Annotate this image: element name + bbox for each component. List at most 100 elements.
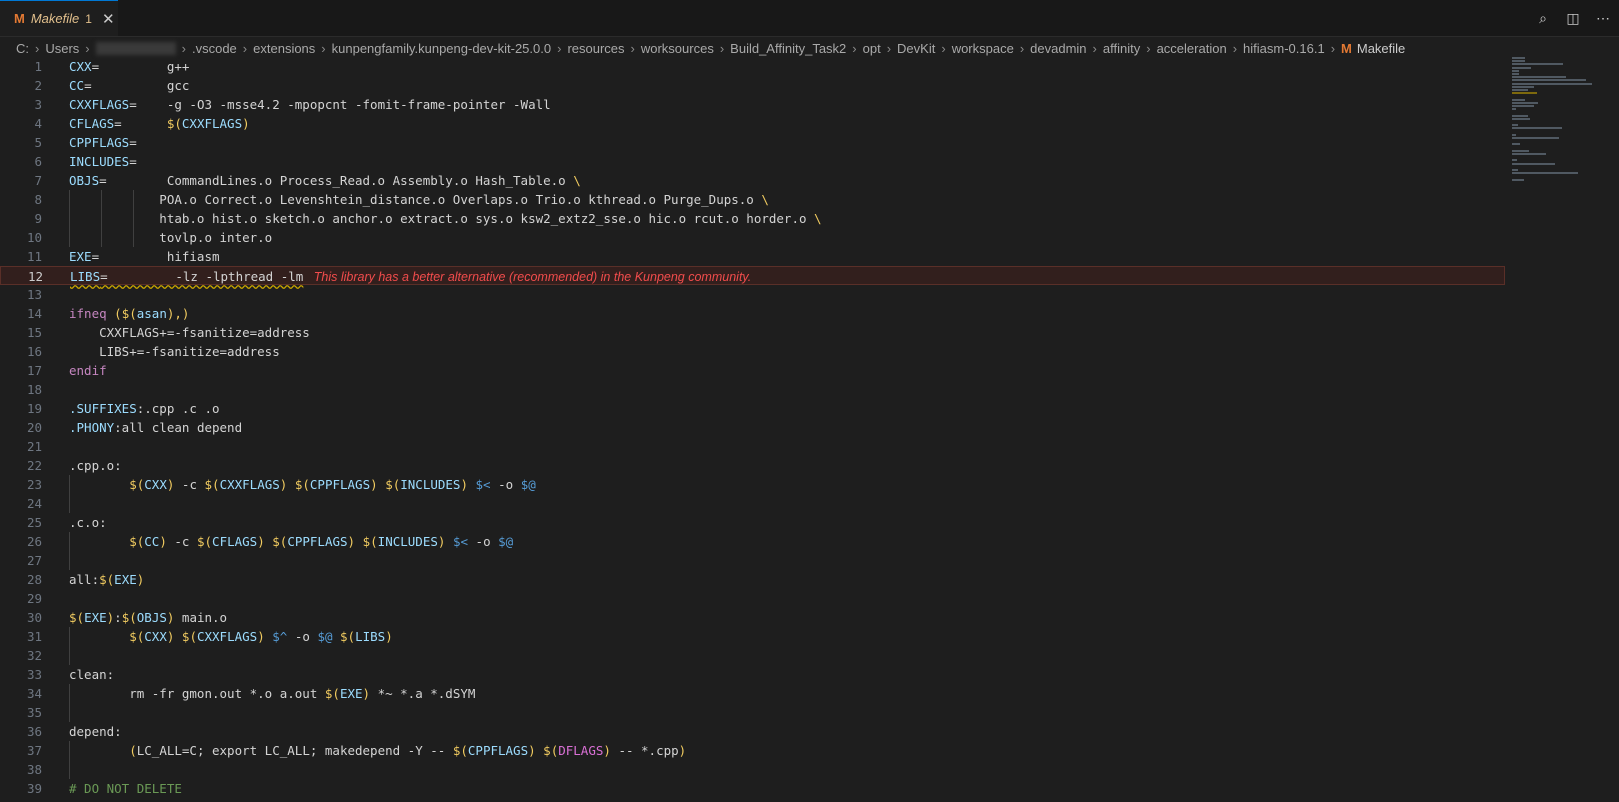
code-token: $@	[498, 534, 514, 549]
code-line[interactable]: 13	[0, 285, 1505, 304]
breadcrumb-item[interactable]: devadmin	[1030, 41, 1086, 56]
code-token: :.cpp .c .o	[136, 401, 220, 416]
breadcrumb-item[interactable]: resources	[567, 41, 624, 56]
code-text: EXE= hifiasm	[69, 247, 220, 266]
code-token: .c.o:	[69, 515, 107, 530]
code-line[interactable]: 12 LIBS= -lz -lpthread -lm This library h…	[0, 266, 1505, 285]
code-text: OBJS= CommandLines.o Process_Read.o Asse…	[69, 171, 581, 190]
code-token: CXXFLAGS	[219, 477, 280, 492]
code-line[interactable]: 29	[0, 589, 1505, 608]
code-line[interactable]: 21	[0, 437, 1505, 456]
code-line[interactable]: 16 LIBS+=-fsanitize=address	[0, 342, 1505, 361]
breadcrumb-item[interactable]: DevKit	[897, 41, 935, 56]
code-line[interactable]: 28 all:$(EXE)	[0, 570, 1505, 589]
breadcrumb-item[interactable]: workspace	[952, 41, 1014, 56]
code-token: ($(	[114, 306, 137, 321]
code-line[interactable]: 26 $(CC) -c $(CFLAGS) $(CPPFLAGS) $(INCL…	[0, 532, 1505, 551]
code-text: $(CC) -c $(CFLAGS) $(CPPFLAGS) $(INCLUDE…	[69, 532, 513, 551]
minimap-line	[1512, 159, 1517, 162]
breadcrumb-item[interactable]: opt	[863, 41, 881, 56]
line-number: 9	[34, 211, 42, 226]
code-line[interactable]: 11 EXE= hifiasm	[0, 247, 1505, 266]
code-editor[interactable]: 1 CXX= g++ 2 CC= gcc 3 CXXFLAGS= -g -O3 -msse…	[0, 57, 1505, 802]
code-token: $(	[99, 572, 115, 587]
breadcrumb-item[interactable]: worksources	[641, 41, 714, 56]
tab-makefile[interactable]: M Makefile 1 ✕	[0, 0, 118, 36]
line-number: 21	[26, 439, 42, 454]
breadcrumb-item[interactable]: Build_Affinity_Task2	[730, 41, 846, 56]
code-line[interactable]: 31 $(CXX) $(CXXFLAGS) $^ -o $@ $(LIBS)	[0, 627, 1505, 646]
code-token: CPPFLAGS	[467, 743, 529, 758]
code-line[interactable]: 33 clean:	[0, 665, 1505, 684]
code-token: LIBS	[70, 269, 101, 284]
code-line[interactable]: 23 $(CXX) -c $(CXXFLAGS) $(CPPFLAGS) $(I…	[0, 475, 1505, 494]
line-number: 34	[26, 686, 42, 701]
breadcrumb-item[interactable]: .vscode	[192, 41, 237, 56]
code-token: )	[136, 572, 145, 587]
code-line[interactable]: 39 # DO NOT DELETE	[0, 779, 1505, 798]
minimap-line	[1512, 117, 1531, 120]
breadcrumb-item[interactable]: affinity	[1103, 41, 1140, 56]
code-token: :	[114, 610, 122, 625]
code-line[interactable]: 37 (LC_ALL=C; export LC_ALL; makedepend …	[0, 741, 1505, 760]
minimap[interactable]	[1512, 57, 1602, 217]
code-line[interactable]: 38	[0, 760, 1505, 779]
code-line[interactable]: 9 htab.o hist.o sketch.o anchor.o extrac…	[0, 209, 1505, 228]
more-actions-icon[interactable]: ⋯	[1595, 10, 1611, 26]
code-line[interactable]: 27	[0, 551, 1505, 570]
code-line[interactable]: 5 CPPFLAGS=	[0, 133, 1505, 152]
code-text: htab.o hist.o sketch.o anchor.o extract.…	[69, 209, 821, 228]
breadcrumb-item[interactable]: acceleration	[1157, 41, 1227, 56]
code-token: CFLAGS	[212, 534, 258, 549]
code-line[interactable]: 14 ifneq ($(asan),)	[0, 304, 1505, 323]
code-line[interactable]: 18	[0, 380, 1505, 399]
code-text: .c.o:	[69, 513, 107, 532]
code-line[interactable]: 19 .SUFFIXES:.cpp .c .o	[0, 399, 1505, 418]
breadcrumb-item[interactable]: kunpengfamily.kunpeng-dev-kit-25.0.0	[332, 41, 551, 56]
code-line[interactable]: 30 $(EXE):$(OBJS) main.o	[0, 608, 1505, 627]
code-line[interactable]: 4 CFLAGS= $(CXXFLAGS)	[0, 114, 1505, 133]
code-line[interactable]: 35	[0, 703, 1505, 722]
code-line[interactable]: 20 .PHONY:all clean depend	[0, 418, 1505, 437]
code-token: POA.o Correct.o Levenshtein_distance.o O…	[69, 192, 762, 207]
code-line[interactable]: 8 POA.o Correct.o Levenshtein_distance.o…	[0, 190, 1505, 209]
code-line[interactable]: 32	[0, 646, 1505, 665]
code-token: )	[370, 477, 378, 492]
code-token: .PHONY	[69, 420, 115, 435]
code-text: POA.o Correct.o Levenshtein_distance.o O…	[69, 190, 769, 209]
breadcrumb-item[interactable]: C:	[16, 41, 29, 56]
code-line[interactable]: 3 CXXFLAGS= -g -O3 -msse4.2 -mpopcnt -fom…	[0, 95, 1505, 114]
line-number: 24	[26, 496, 42, 511]
breadcrumb-separator: ›	[1146, 40, 1151, 56]
code-line[interactable]: 2 CC= gcc	[0, 76, 1505, 95]
breadcrumb-item[interactable]: M Makefile	[1341, 41, 1405, 56]
breadcrumb-separator: ›	[1019, 40, 1025, 56]
line-number: 25	[26, 515, 42, 530]
breadcrumb-item[interactable]: extensions	[253, 41, 315, 56]
code-token: INCLUDES	[400, 477, 461, 492]
code-line[interactable]: 7 OBJS= CommandLines.o Process_Read.o Ass…	[0, 171, 1505, 190]
breadcrumb-separator: ›	[35, 40, 40, 56]
search-icon[interactable]: ⌕	[1535, 10, 1551, 26]
code-line[interactable]: 6 INCLUDES=	[0, 152, 1505, 171]
code-token: CXXFLAGS+=-fsanitize=address	[69, 325, 310, 340]
code-line[interactable]: 1 CXX= g++	[0, 57, 1505, 76]
code-line[interactable]: 15 CXXFLAGS+=-fsanitize=address	[0, 323, 1505, 342]
code-line[interactable]: 25 .c.o:	[0, 513, 1505, 532]
code-token: (	[129, 743, 137, 758]
close-icon[interactable]: ✕	[102, 10, 115, 28]
code-line[interactable]: 36 depend:	[0, 722, 1505, 741]
code-line[interactable]: 17 endif	[0, 361, 1505, 380]
code-line[interactable]: 34 rm -fr gmon.out *.o a.out $(EXE) *~ *…	[0, 684, 1505, 703]
split-editor-icon[interactable]: ◫	[1565, 10, 1581, 26]
code-text: depend:	[69, 722, 122, 741]
breadcrumb: C: › Users › › .vscode › extensions › kunpengfami…	[16, 37, 1456, 59]
breadcrumb-item[interactable]: hifiasm-0.16.1	[1243, 41, 1325, 56]
line-number: 7	[34, 173, 42, 188]
code-line[interactable]: 24	[0, 494, 1505, 513]
breadcrumb-item[interactable]: Users	[45, 41, 79, 56]
code-line[interactable]: 10 tovlp.o inter.o	[0, 228, 1505, 247]
code-token: $^	[272, 629, 288, 644]
code-line[interactable]: 22 .cpp.o:	[0, 456, 1505, 475]
